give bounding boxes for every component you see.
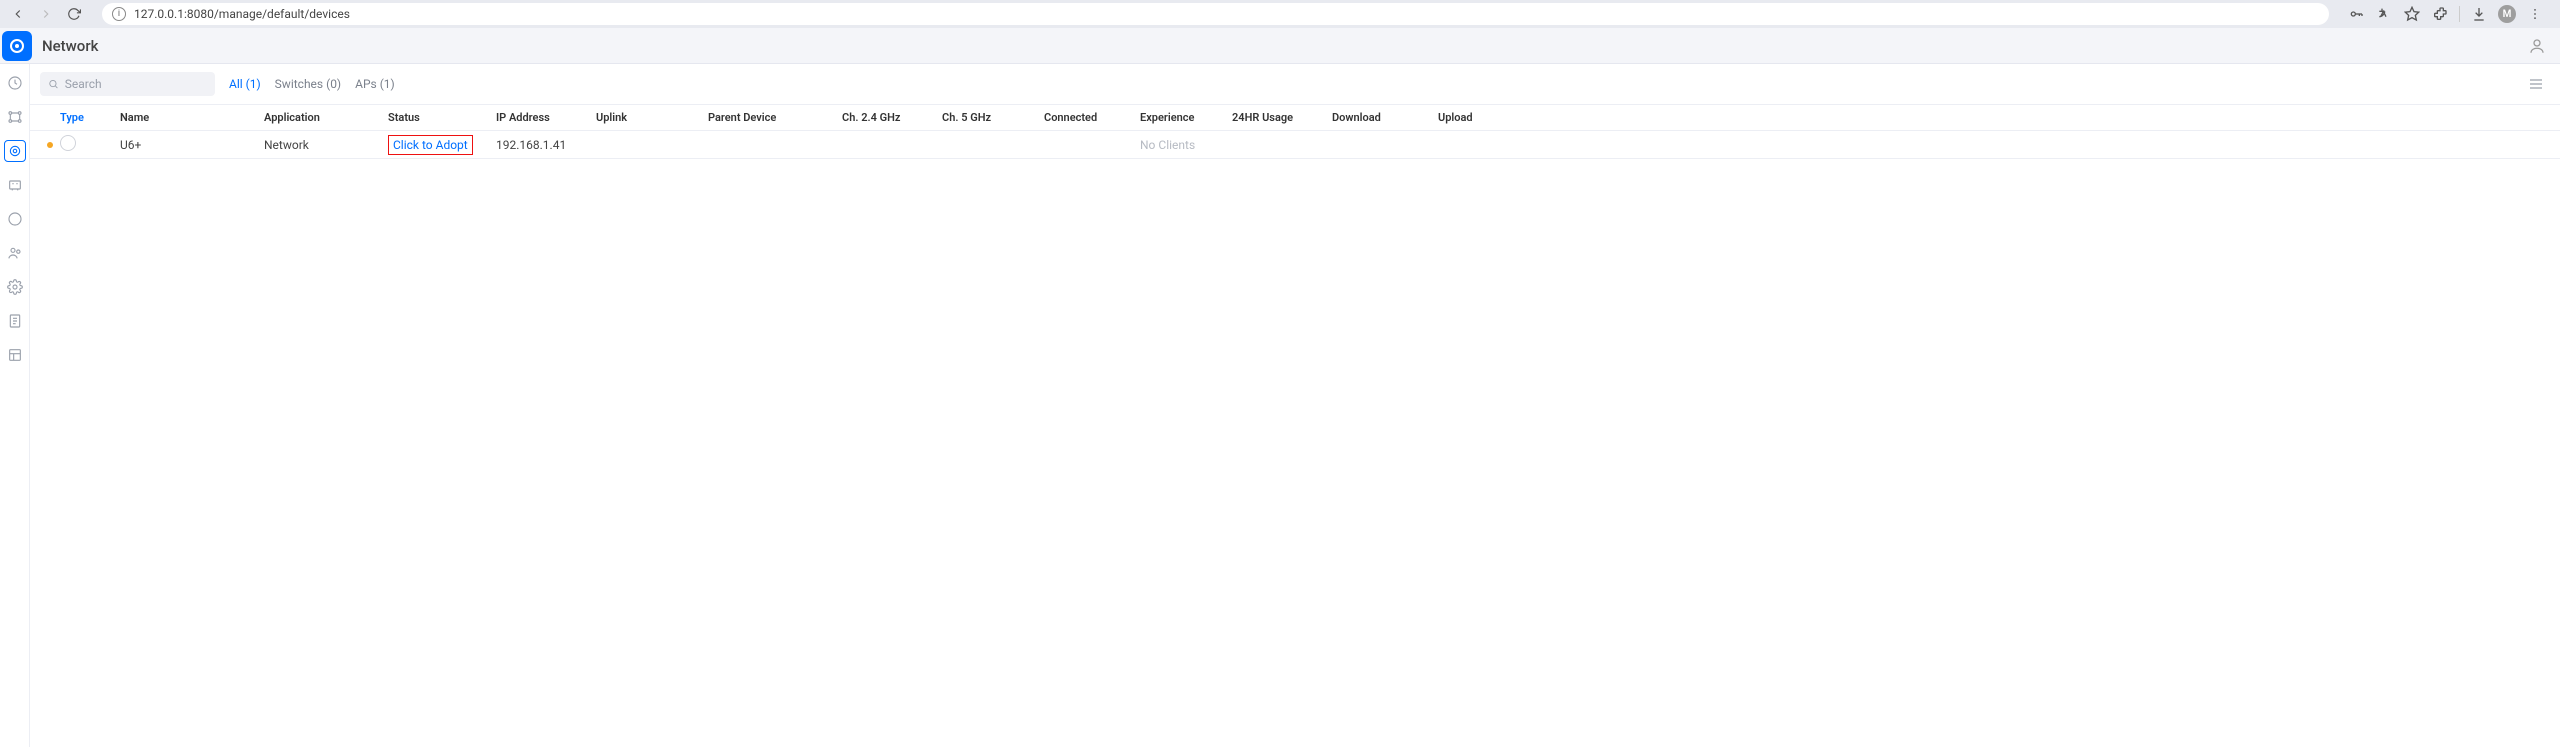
- th-uplink[interactable]: Uplink: [596, 111, 708, 124]
- cell-experience: No Clients: [1140, 138, 1232, 152]
- app-header: Network: [0, 28, 2560, 64]
- th-24hr[interactable]: 24HR Usage: [1232, 111, 1332, 124]
- th-application[interactable]: Application: [264, 111, 388, 124]
- th-ch24[interactable]: Ch. 2.4 GHz: [842, 111, 942, 124]
- th-download[interactable]: Download: [1332, 111, 1438, 124]
- th-experience[interactable]: Experience: [1140, 111, 1232, 124]
- divider: [2459, 6, 2460, 22]
- back-button[interactable]: [8, 4, 28, 24]
- th-type[interactable]: Type: [60, 111, 120, 124]
- th-connected[interactable]: Connected: [1044, 111, 1140, 124]
- sidebar-dashboard-icon[interactable]: [4, 72, 26, 94]
- forward-button[interactable]: [36, 4, 56, 24]
- brand-logo[interactable]: [2, 31, 32, 61]
- table-header: Type Name Application Status IP Address …: [30, 105, 2560, 131]
- sidebar-devices-icon[interactable]: [4, 140, 26, 162]
- th-ch5[interactable]: Ch. 5 GHz: [942, 111, 1044, 124]
- sidebar-ports-icon[interactable]: [4, 174, 26, 196]
- search-box[interactable]: [40, 72, 215, 96]
- table-row[interactable]: U6+ Network Click to Adopt 192.168.1.41 …: [30, 131, 2560, 159]
- chrome-actions: M: [2347, 5, 2552, 23]
- site-info-icon[interactable]: i: [112, 7, 126, 21]
- bookmark-star-icon[interactable]: [2403, 5, 2421, 23]
- device-type-icon: [60, 135, 76, 151]
- columns-toggle[interactable]: [2528, 76, 2550, 92]
- page-title: Network: [42, 37, 98, 55]
- sidebar-logs-icon[interactable]: [4, 310, 26, 332]
- cell-type: [60, 135, 120, 154]
- devices-table: Type Name Application Status IP Address …: [30, 105, 2560, 159]
- search-input[interactable]: [65, 77, 207, 91]
- cell-status: Click to Adopt: [388, 135, 496, 155]
- extensions-icon[interactable]: [2431, 5, 2449, 23]
- sidebar-topology-icon[interactable]: [4, 106, 26, 128]
- th-status[interactable]: Status: [388, 111, 496, 124]
- cell-application: Network: [264, 138, 388, 152]
- cell-ip: 192.168.1.41: [496, 138, 596, 152]
- browser-chrome: i 127.0.0.1:8080/manage/default/devices …: [0, 0, 2560, 28]
- profile-avatar[interactable]: M: [2498, 5, 2516, 23]
- cell-name: U6+: [120, 138, 264, 152]
- url-text: 127.0.0.1:8080/manage/default/devices: [134, 7, 350, 21]
- sidebar-layout-icon[interactable]: [4, 344, 26, 366]
- search-icon: [48, 78, 59, 90]
- sidebar-settings-icon[interactable]: [4, 276, 26, 298]
- sidebar: [0, 64, 30, 747]
- sidebar-radio-icon[interactable]: [4, 208, 26, 230]
- filter-all[interactable]: All (1): [229, 77, 261, 91]
- th-name[interactable]: Name: [120, 111, 264, 124]
- status-dot-icon: [47, 142, 53, 148]
- url-bar[interactable]: i 127.0.0.1:8080/manage/default/devices: [102, 3, 2329, 25]
- th-upload[interactable]: Upload: [1438, 111, 1518, 124]
- menu-dots-icon[interactable]: [2526, 5, 2544, 23]
- filter-aps[interactable]: APs (1): [355, 77, 395, 91]
- sidebar-clients-icon[interactable]: [4, 242, 26, 264]
- filter-switches[interactable]: Switches (0): [275, 77, 341, 91]
- password-icon[interactable]: [2347, 5, 2365, 23]
- translate-icon[interactable]: [2375, 5, 2393, 23]
- th-ip[interactable]: IP Address: [496, 111, 596, 124]
- downloads-icon[interactable]: [2470, 5, 2488, 23]
- reload-button[interactable]: [64, 4, 84, 24]
- main-content: All (1) Switches (0) APs (1) Type Name A…: [30, 64, 2560, 747]
- filter-bar: All (1) Switches (0) APs (1): [30, 64, 2560, 105]
- header-user[interactable]: [2528, 37, 2560, 55]
- adopt-button[interactable]: Click to Adopt: [388, 135, 473, 155]
- th-parent[interactable]: Parent Device: [708, 111, 842, 124]
